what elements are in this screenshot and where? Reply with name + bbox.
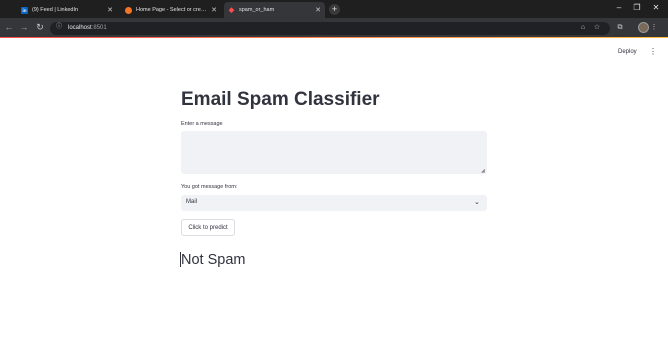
translate-icon[interactable]: ⌂ [577,22,589,33]
close-icon[interactable]: ✕ [211,6,217,14]
site-info-icon[interactable]: ⓘ [53,22,65,33]
tab-linkedin[interactable]: in (9) Feed | LinkedIn ✕ [17,2,117,18]
tab-jupyter[interactable]: Home Page - Select or create a ✕ [121,2,221,18]
reload-icon[interactable]: ↻ [34,22,46,33]
bookmark-star-icon[interactable]: ☆ [591,22,603,33]
source-label: You got message from: [181,184,238,190]
tab-spam-or-ham[interactable]: ◆ spam_or_ham ✕ [224,2,325,18]
close-icon[interactable]: ✕ [107,6,113,14]
chevron-down-icon[interactable]: ⌄ [474,198,480,206]
source-select[interactable] [181,195,487,211]
close-icon[interactable]: ✕ [315,6,321,14]
restore-icon[interactable]: ❐ [628,3,646,12]
linkedin-icon: in [21,6,28,14]
address-bar[interactable] [50,22,610,35]
page-title: Email Spam Classifier [181,89,380,110]
message-label: Enter a message [181,121,223,127]
extensions-icon[interactable]: ⧉ [614,22,626,33]
new-tab-button[interactable]: + [329,4,340,15]
back-icon[interactable]: ← [3,22,15,33]
url-port: :8501 [91,25,107,31]
prediction-result: Not Spam [181,252,246,268]
tab-label: (9) Feed | LinkedIn [32,7,79,13]
app-decoration-bar [0,37,668,38]
message-textarea[interactable] [181,131,487,174]
tab-label: spam_or_ham [239,7,275,13]
resize-handle-icon[interactable]: ◢ [481,168,485,174]
source-selected-value: Mail [186,199,198,205]
jupyter-icon [125,6,132,14]
deploy-button[interactable]: Deploy [618,49,637,55]
minimize-icon[interactable]: – [610,3,628,12]
browser-tab-strip: in (9) Feed | LinkedIn ✕ Home Page - Sel… [0,0,668,18]
predict-button[interactable]: Click to predict [181,219,235,236]
forward-icon[interactable]: → [18,22,30,33]
tab-label: Home Page - Select or create a [136,7,209,13]
window-close-icon[interactable]: ✕ [647,3,665,12]
url-host: localhost [68,25,92,31]
url-text[interactable]: localhost:8501 [68,24,107,33]
app-menu-icon[interactable]: ⋮ [649,48,657,56]
streamlit-icon: ◆ [228,7,235,14]
browser-menu-icon[interactable]: ⋮ [648,22,660,33]
